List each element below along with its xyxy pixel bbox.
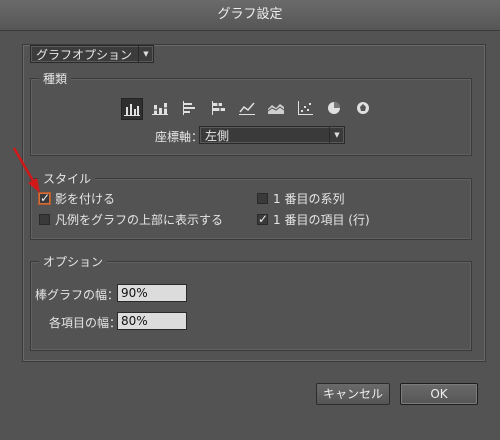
bar-width-field[interactable]: 90% bbox=[117, 284, 187, 302]
axis-label: 座標軸： bbox=[155, 130, 204, 144]
stacked-bar-chart-icon[interactable] bbox=[208, 98, 230, 120]
legend-top-label: 凡例をグラフの上部に表示する bbox=[55, 213, 224, 227]
kind-group-title: 種類 bbox=[39, 70, 72, 87]
area-chart-icon[interactable] bbox=[266, 98, 288, 120]
legend-top-checkbox-box[interactable] bbox=[39, 214, 50, 225]
first-row-label: 1 番目の系列 bbox=[273, 192, 345, 206]
section-dropdown[interactable]: グラフオプション ▼ bbox=[30, 45, 154, 63]
item-width-field[interactable]: 80% bbox=[117, 312, 187, 330]
window-title: グラフ設定 bbox=[0, 0, 500, 31]
ok-button[interactable]: OK bbox=[400, 383, 478, 405]
line-chart-icon[interactable] bbox=[237, 98, 259, 120]
style-group: スタイル 影を付ける 凡例をグラフの上部に表示する 1 番目の系列 1 番目の項… bbox=[30, 170, 472, 240]
section-dropdown-value: グラフオプション bbox=[36, 48, 133, 62]
style-group-title: スタイル bbox=[39, 170, 96, 187]
scatter-chart-icon[interactable] bbox=[295, 98, 317, 120]
first-col-checkbox-box[interactable] bbox=[257, 211, 268, 227]
axis-select-value: 左側 bbox=[205, 129, 230, 143]
stacked-column-chart-icon[interactable] bbox=[150, 98, 172, 120]
chevron-down-icon: ▼ bbox=[138, 46, 153, 62]
first-col-label: 1 番目の項目 (行) bbox=[273, 213, 370, 227]
axis-select[interactable]: 左側 ▼ bbox=[199, 126, 345, 144]
cancel-button[interactable]: キャンセル bbox=[316, 383, 390, 405]
radar-chart-icon[interactable] bbox=[353, 98, 375, 120]
bar-width-label: 棒グラフの幅： bbox=[35, 288, 120, 302]
first-row-checkbox-box[interactable] bbox=[257, 193, 268, 204]
pie-chart-icon[interactable] bbox=[324, 98, 346, 120]
kind-group: 種類 座標軸： 左側 ▼ bbox=[30, 70, 472, 156]
shadow-label: 影を付ける bbox=[55, 192, 116, 206]
options-group: オプション 棒グラフの幅： 90% 各項目の幅： 80% bbox=[30, 253, 472, 351]
item-width-label: 各項目の幅： bbox=[49, 316, 122, 330]
column-chart-icon[interactable] bbox=[121, 98, 143, 120]
shadow-checkbox-box[interactable] bbox=[39, 190, 50, 206]
chevron-down-icon: ▼ bbox=[329, 127, 344, 143]
options-group-title: オプション bbox=[39, 253, 108, 270]
bar-chart-icon[interactable] bbox=[179, 98, 201, 120]
